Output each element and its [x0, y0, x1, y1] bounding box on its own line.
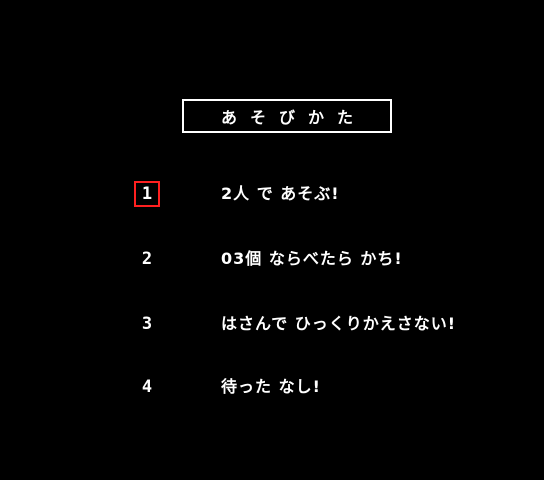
- title-frame: あそびかた: [182, 99, 392, 133]
- rule-text-2: 03個 ならべたら かち!: [221, 249, 403, 268]
- rule-text-4: 待った なし!: [221, 377, 321, 396]
- screen-title: あそびかた: [220, 108, 366, 127]
- rule-option-1[interactable]: 1 2人 で あそぶ!: [0, 181, 544, 215]
- rule-option-3[interactable]: 3 はさんで ひっくりかえさない!: [0, 311, 544, 345]
- rule-text-3: はさんで ひっくりかえさない!: [221, 314, 457, 333]
- rule-number-1[interactable]: 1: [134, 181, 160, 207]
- rule-option-2[interactable]: 2 03個 ならべたら かち!: [0, 246, 544, 280]
- rule-option-4[interactable]: 4 待った なし!: [0, 374, 544, 408]
- game-screen: あそびかた 1 2人 で あそぶ! 2 03個 ならべたら かち! 3 はさんで…: [0, 0, 544, 480]
- rule-number-2[interactable]: 2: [134, 246, 160, 272]
- rule-text-1: 2人 で あそぶ!: [221, 184, 340, 203]
- rule-number-4[interactable]: 4: [134, 374, 160, 400]
- rule-number-3[interactable]: 3: [134, 311, 160, 337]
